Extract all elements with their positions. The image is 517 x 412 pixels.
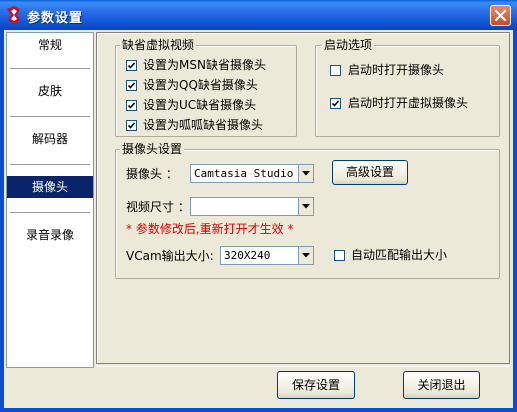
settings-panel: 缺省虚拟视频 设置为MSN缺省摄像头 设置为QQ缺省摄像头 设置为UC缺省摄像头…	[96, 32, 510, 364]
app-logo-icon	[7, 6, 21, 24]
check-icon	[127, 82, 136, 89]
window-frame-bottom	[0, 408, 517, 412]
open-camera-on-start-checkbox[interactable]	[330, 65, 341, 76]
checkbox-label: 设置为QQ缺省摄像头	[143, 78, 258, 92]
footer-bar: 保存设置 关闭退出	[96, 366, 510, 406]
checkbox-label: 自动匹配输出大小	[351, 248, 448, 262]
title-bar[interactable]: 参数设置	[0, 0, 517, 30]
camera-select-value: Camtasia Studio Vi	[194, 167, 298, 180]
video-size-label: 视频尺寸 ：	[126, 200, 190, 214]
sidebar-divider	[10, 212, 90, 214]
check-icon	[127, 122, 136, 129]
close-button[interactable]	[490, 5, 511, 26]
checkbox-label: 启动时打开摄像头	[348, 63, 445, 77]
check-icon	[331, 100, 340, 107]
sidebar-divider	[10, 164, 90, 166]
sidebar-item-camera[interactable]: 摄像头	[7, 176, 93, 198]
category-sidebar: 常规 皮肤 解码器 摄像头 录音录像	[6, 32, 94, 368]
vcam-output-size-dropdown-button[interactable]	[298, 247, 313, 264]
sidebar-divider	[10, 68, 90, 70]
camera-label: 摄像头 ：	[126, 167, 178, 181]
close-exit-button[interactable]: 关闭退出	[403, 371, 480, 399]
uc-default-checkbox[interactable]	[126, 100, 137, 111]
startup-options-group: 启动选项 启动时打开摄像头 启动时打开虚拟摄像头	[315, 38, 500, 137]
group-title: 缺省虚拟视频	[120, 38, 197, 52]
restart-warning: * 参数修改后,重新打开才生效 *	[126, 222, 294, 236]
dialog-client-area: 常规 皮肤 解码器 摄像头 录音录像 缺省虚拟视频 设置为MSN缺省摄像头 设置…	[4, 30, 513, 408]
window-title: 参数设置	[27, 11, 84, 26]
default-virtual-camera-group: 缺省虚拟视频 设置为MSN缺省摄像头 设置为QQ缺省摄像头 设置为UC缺省摄像头…	[115, 38, 297, 137]
sidebar-divider	[10, 116, 90, 118]
camera-select[interactable]: Camtasia Studio Vi	[190, 164, 314, 183]
close-icon	[494, 9, 507, 22]
checkbox-label: 设置为呱呱缺省摄像头	[143, 118, 264, 132]
group-title: 摄像头设置	[120, 142, 185, 156]
open-virtual-camera-on-start-checkbox[interactable]	[330, 98, 341, 109]
group-title: 启动选项	[322, 38, 375, 52]
sidebar-item-recording[interactable]: 录音录像	[7, 224, 93, 246]
check-icon	[127, 102, 136, 109]
save-settings-button[interactable]: 保存设置	[277, 371, 355, 399]
guagua-default-checkbox[interactable]	[126, 120, 137, 131]
vcam-output-size-select[interactable]: 320X240	[220, 246, 314, 265]
video-size-select[interactable]	[190, 197, 314, 216]
sidebar-item-general[interactable]: 常规	[7, 34, 93, 56]
check-icon	[127, 62, 136, 69]
checkbox-label: 设置为UC缺省摄像头	[143, 98, 257, 112]
advanced-settings-button[interactable]: 高级设置	[332, 160, 408, 185]
vcam-output-size-value: 320X240	[224, 249, 271, 262]
chevron-down-icon	[302, 204, 310, 209]
sidebar-item-skin[interactable]: 皮肤	[7, 80, 93, 102]
msn-default-checkbox[interactable]	[126, 60, 137, 71]
sidebar-item-decoder[interactable]: 解码器	[7, 128, 93, 150]
chevron-down-icon	[302, 171, 310, 176]
checkbox-label: 设置为MSN缺省摄像头	[143, 58, 266, 72]
vcam-output-size-label: VCam输出大小:	[126, 249, 214, 263]
qq-default-checkbox[interactable]	[126, 80, 137, 91]
camera-settings-group: 摄像头设置 摄像头 ： Camtasia Studio Vi 高级设置 视频尺寸…	[115, 142, 500, 279]
camera-select-dropdown-button[interactable]	[298, 165, 313, 182]
chevron-down-icon	[302, 253, 310, 258]
checkbox-label: 启动时打开虚拟摄像头	[348, 96, 469, 110]
window-frame-right	[513, 30, 517, 412]
auto-match-output-size-checkbox[interactable]	[334, 250, 345, 261]
video-size-dropdown-button[interactable]	[298, 198, 313, 215]
settings-window: 参数设置 常规 皮肤 解码器 摄像头 录音录像 缺省虚拟视频 设置为MSN缺省摄…	[0, 0, 517, 412]
